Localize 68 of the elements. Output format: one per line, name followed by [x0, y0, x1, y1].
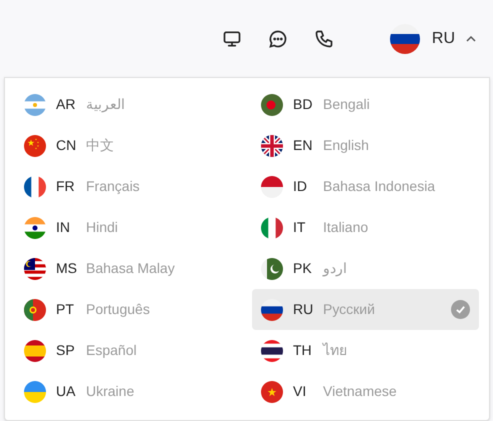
language-option[interactable]: CN 中文 [15, 125, 242, 166]
flag-icon [24, 94, 46, 116]
flag-icon [261, 298, 283, 320]
phone-icon[interactable] [312, 28, 335, 50]
language-option[interactable]: RU Русский [252, 289, 479, 330]
language-code: IT [293, 218, 306, 237]
language-code: RU [432, 28, 455, 48]
flag-icon [24, 134, 46, 156]
language-name: English [323, 136, 369, 155]
flag-icon [24, 216, 46, 238]
language-code: RU [293, 300, 314, 319]
language-code: SP [56, 341, 76, 360]
flag-icon [261, 340, 283, 362]
language-name: Italiano [323, 218, 368, 237]
language-option[interactable]: MS Bahasa Malay [15, 248, 242, 289]
language-name: Vietnamese [323, 382, 397, 401]
flag-icon [24, 340, 46, 362]
language-name: Português [86, 300, 150, 319]
language-code: VI [293, 382, 308, 401]
language-name: Ukraine [86, 382, 134, 401]
language-name: Русский [323, 300, 375, 319]
language-option[interactable]: TH ไทย [252, 330, 479, 371]
language-name: 中文 [86, 136, 114, 155]
flag-icon [261, 216, 283, 238]
flag-icon [24, 298, 46, 320]
language-option[interactable]: SP Español [15, 330, 242, 371]
flag-icon [261, 134, 283, 156]
language-name: ไทย [323, 341, 347, 360]
language-code: CN [56, 136, 78, 155]
language-option[interactable]: VI Vietnamese [252, 371, 479, 412]
language-name: Français [86, 177, 140, 196]
language-name: العربية [86, 95, 125, 114]
language-code: UA [56, 382, 76, 401]
check-icon [451, 300, 470, 319]
language-option[interactable]: IN Hindi [15, 207, 242, 248]
language-code: TH [293, 341, 313, 360]
language-code: PT [56, 300, 75, 319]
language-code: AR [56, 95, 76, 114]
language-option[interactable]: UA Ukraine [15, 371, 242, 412]
flag-icon [390, 24, 420, 54]
language-button[interactable]: RU [390, 24, 477, 54]
flag-icon [261, 258, 283, 280]
language-name: Español [86, 341, 137, 360]
flag-icon [24, 176, 46, 198]
language-name: Bahasa Malay [86, 259, 175, 278]
language-code: IN [56, 218, 71, 237]
language-option[interactable]: ID Bahasa Indonesia [252, 166, 479, 207]
language-option[interactable]: EN English [252, 125, 479, 166]
flag-icon [261, 380, 283, 402]
language-option[interactable]: PT Português [15, 289, 242, 330]
language-name: Bahasa Indonesia [323, 177, 436, 196]
language-code: MS [56, 259, 78, 278]
language-name: اردو [323, 259, 347, 278]
language-option[interactable]: BD Bengali [252, 84, 479, 125]
language-code: BD [293, 95, 314, 114]
flag-icon [261, 176, 283, 198]
language-code: FR [56, 177, 76, 196]
language-code: EN [293, 136, 314, 155]
language-code: ID [293, 177, 308, 196]
language-name: Bengali [323, 95, 370, 114]
language-option[interactable]: FR Français [15, 166, 242, 207]
language-name: Hindi [86, 218, 118, 237]
chat-bubble-icon[interactable] [266, 28, 289, 50]
language-code: PK [293, 259, 313, 278]
flag-icon [24, 258, 46, 280]
flag-icon [24, 380, 46, 402]
flag-icon [261, 94, 283, 116]
language-option[interactable]: IT Italiano [252, 207, 479, 248]
